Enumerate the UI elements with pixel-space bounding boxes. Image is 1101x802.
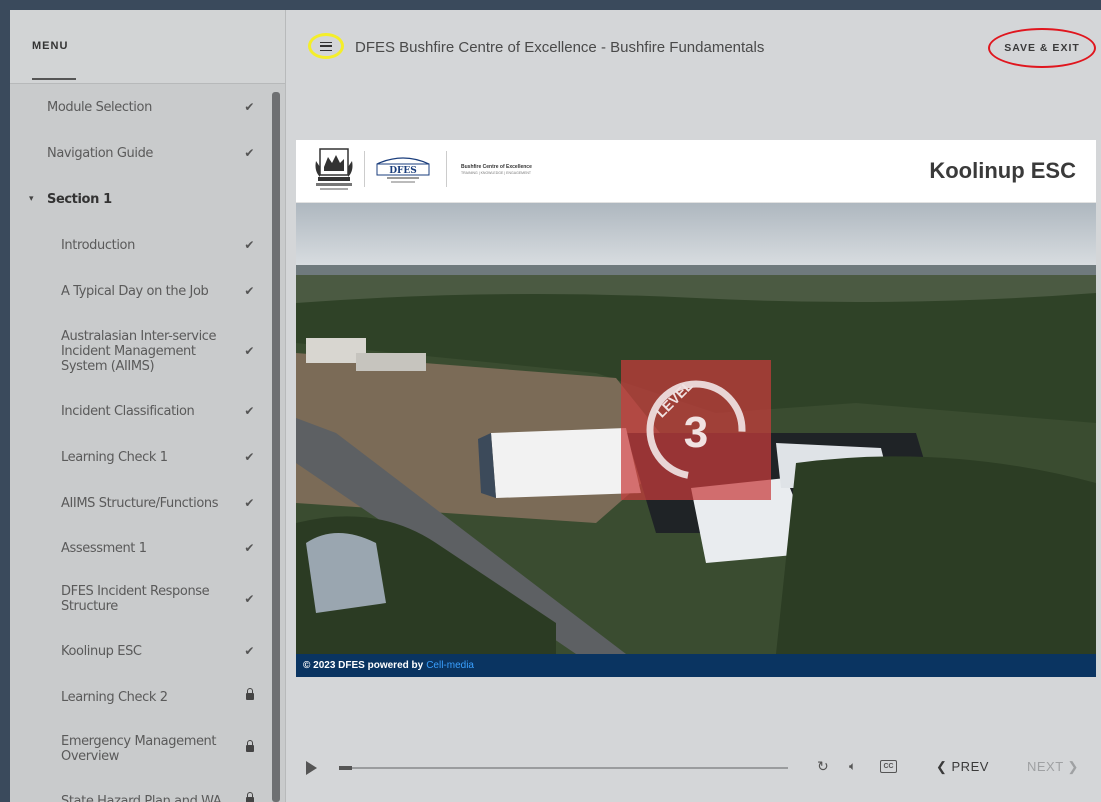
- logo-divider: [364, 151, 365, 187]
- top-bar: DFES Bushfire Centre of Excellence - Bus…: [286, 10, 1101, 84]
- app-frame: MENU Module Selection ✔ Navigation Guide ✔ ▾…: [10, 10, 1101, 802]
- menu-item-dfes-incident-response-structure[interactable]: DFES Incident Response Structure ✔: [10, 570, 272, 628]
- progress-track[interactable]: [339, 766, 788, 770]
- checkmark-icon: ✔: [244, 644, 254, 658]
- menu-item-navigation-guide[interactable]: Navigation Guide ✔: [10, 130, 272, 176]
- menu-tab-indicator: [32, 78, 76, 80]
- closed-captions-button[interactable]: CC: [880, 760, 897, 773]
- progress-fill: [339, 766, 353, 770]
- menu-item-label: Section 1: [47, 191, 112, 207]
- menu-item-assessment-1[interactable]: Assessment 1 ✔: [10, 526, 272, 570]
- sidebar-scrollbar[interactable]: [272, 92, 280, 802]
- menu-title: MENU: [32, 40, 69, 52]
- menu-item-aiims-structure-functions[interactable]: AIIMS Structure/Functions ✔: [10, 480, 272, 526]
- sidebar-menu: MENU Module Selection ✔ Navigation Guide ✔ ▾…: [10, 10, 286, 802]
- slide-content: DFES Bushfire Centre of Excellence TRAIN…: [296, 140, 1096, 677]
- wa-government-crest-icon: [315, 148, 353, 190]
- checkmark-icon: ✔: [244, 344, 254, 358]
- menu-item-label: AIIMS Structure/Functions: [61, 495, 219, 511]
- lock-icon: [246, 688, 254, 704]
- replay-icon[interactable]: ↻: [817, 758, 829, 775]
- lock-icon: [246, 792, 254, 802]
- bce-tagline: TRAINING | KNOWLEDGE | ENGAGEMENT: [461, 171, 532, 175]
- menu-item-label: DFES Incident Response Structure: [61, 584, 210, 614]
- menu-item-label: A Typical Day on the Job: [61, 283, 209, 299]
- level-3-badge: LEVEL 3: [621, 360, 771, 500]
- slide-header: DFES Bushfire Centre of Excellence TRAIN…: [296, 140, 1096, 203]
- menu-item-learning-check-1[interactable]: Learning Check 1 ✔: [10, 434, 272, 480]
- checkmark-icon: ✔: [244, 284, 254, 298]
- volume-icon[interactable]: 🔈︎: [849, 759, 856, 774]
- prev-label: PREV: [951, 759, 989, 774]
- checkmark-icon: ✔: [244, 238, 254, 252]
- menu-item-a-typical-day-on-the-job[interactable]: A Typical Day on the Job ✔: [10, 268, 272, 314]
- play-icon[interactable]: [306, 761, 317, 775]
- menu-item-label: Navigation Guide: [47, 145, 154, 161]
- player-controls: ↻ 🔈︎ CC ❮ PREV NEXT ❯: [286, 750, 1101, 790]
- aerial-photo: LEVEL 3: [296, 203, 1096, 654]
- menu-list: Module Selection ✔ Navigation Guide ✔ ▾ Secti…: [10, 84, 272, 802]
- checkmark-icon: ✔: [244, 146, 254, 160]
- lock-icon: [246, 740, 254, 756]
- menu-item-section-1[interactable]: ▾ Section 1: [10, 176, 272, 222]
- bce-logo-text: Bushfire Centre of Excellence TRAINING |…: [461, 164, 532, 176]
- next-button[interactable]: NEXT ❯: [1027, 759, 1079, 775]
- menu-item-emergency-management-overview[interactable]: Emergency Management Overview: [10, 720, 272, 778]
- copyright-text: © 2023 DFES powered by: [303, 660, 424, 671]
- menu-item-australasian-inter-service-incident-management-system-aiims[interactable]: Australasian Inter-service Incident Mana…: [10, 314, 272, 388]
- menu-item-state-hazard-plan-and-wa[interactable]: State Hazard Plan and WA: [10, 778, 272, 802]
- next-label: NEXT: [1027, 759, 1064, 774]
- caret-down-icon: ▾: [29, 194, 34, 204]
- menu-item-label: Introduction: [61, 237, 135, 253]
- menu-item-label: Emergency Management Overview: [61, 734, 217, 764]
- logo-divider: [446, 151, 447, 187]
- svg-text:DFES: DFES: [389, 166, 417, 176]
- cell-media-link[interactable]: Cell-media: [426, 660, 474, 671]
- menu-item-label: Module Selection: [47, 99, 152, 115]
- slide-title: Koolinup ESC: [929, 158, 1076, 183]
- menu-item-koolinup-esc[interactable]: Koolinup ESC ✔: [10, 628, 272, 674]
- checkmark-icon: ✔: [244, 592, 254, 606]
- menu-item-label: Assessment 1: [61, 540, 147, 556]
- checkmark-icon: ✔: [244, 541, 254, 555]
- menu-toggle-button[interactable]: [308, 33, 344, 59]
- menu-item-label: Koolinup ESC: [61, 643, 142, 659]
- level-badge-icon: LEVEL 3: [646, 377, 746, 480]
- hamburger-icon: [320, 41, 332, 51]
- checkmark-icon: ✔: [244, 404, 254, 418]
- menu-header: MENU: [10, 10, 285, 84]
- checkmark-icon: ✔: [244, 100, 254, 114]
- menu-item-incident-classification[interactable]: Incident Classification ✔: [10, 388, 272, 434]
- checkmark-icon: ✔: [244, 450, 254, 464]
- checkmark-icon: ✔: [244, 496, 254, 510]
- slide-footer: © 2023 DFES powered by Cell-media: [296, 654, 1096, 677]
- menu-item-learning-check-2[interactable]: Learning Check 2: [10, 674, 272, 720]
- menu-item-label: Learning Check 2: [61, 689, 168, 705]
- menu-item-label: Australasian Inter-service Incident Mana…: [61, 328, 217, 374]
- prev-button[interactable]: ❮ PREV: [936, 759, 989, 775]
- menu-item-introduction[interactable]: Introduction ✔: [10, 222, 272, 268]
- menu-item-label: State Hazard Plan and WA: [61, 793, 222, 802]
- menu-item-module-selection[interactable]: Module Selection ✔: [10, 84, 272, 130]
- dfes-logo: DFES: [376, 157, 430, 183]
- svg-text:3: 3: [684, 408, 708, 457]
- course-title: DFES Bushfire Centre of Excellence - Bus…: [355, 39, 765, 56]
- menu-item-label: Incident Classification: [61, 403, 195, 419]
- menu-item-label: Learning Check 1: [61, 449, 168, 465]
- save-exit-button[interactable]: SAVE & EXIT: [988, 28, 1096, 68]
